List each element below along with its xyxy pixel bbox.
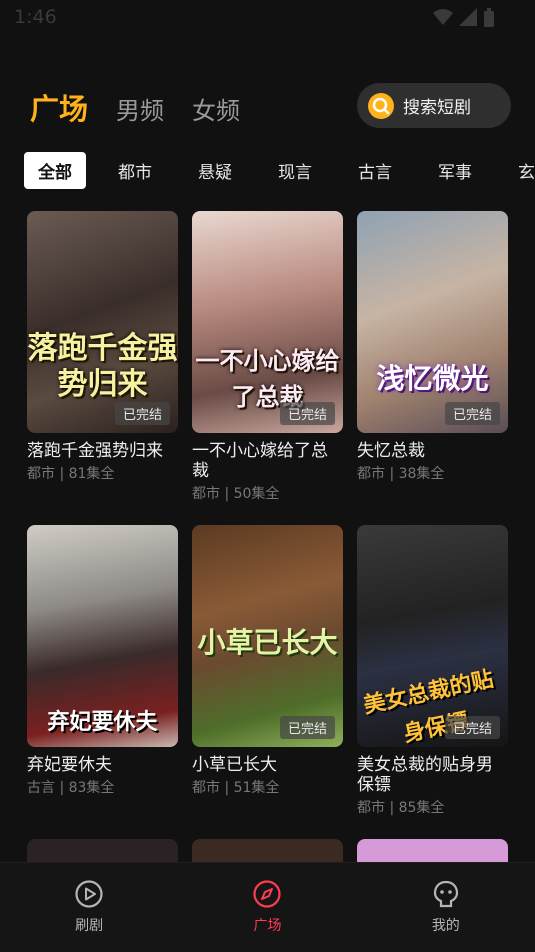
status-badge: 已完结 [279,716,335,739]
status-time: 1:46 [14,6,57,28]
status-badge: 已完结 [444,716,500,739]
nav-item-plaza[interactable]: 广场 [178,863,356,952]
nav-item-mine[interactable]: 我的 [357,863,535,952]
category-military[interactable]: 军事 [424,152,486,189]
profile-icon [433,880,458,908]
signal-icon [459,8,477,26]
status-badge: 已完结 [114,402,170,425]
status-badge: 已完结 [279,402,335,425]
drama-meta: 都市 | 50集全 [192,486,280,502]
nav-item-drama[interactable]: 刷剧 [0,863,178,952]
search-button[interactable]: 搜索短剧 [357,83,511,128]
poster-title: 小草已长大 [197,626,338,659]
nav-label: 我的 [431,918,460,934]
category-suspense[interactable]: 悬疑 [184,152,246,189]
drama-meta: 都市 | 81集全 [27,466,115,482]
nav-label: 刷剧 [75,918,104,934]
drama-title[interactable]: 失忆总裁 [357,441,508,461]
drama-title[interactable]: 弃妃要休夫 [27,755,178,775]
drama-meta: 都市 | 85集全 [357,800,445,816]
poster-title: 弃妃要休夫 [47,710,158,735]
drama-card[interactable]: 小草已长大 已完结 小草已长大 都市 | 51集全 [192,525,343,797]
top-tabs: 广场 男频 女频 [30,86,240,128]
tab-male[interactable]: 男频 [116,91,164,126]
wifi-icon [433,9,453,25]
nav-label: 广场 [253,918,282,934]
drama-card[interactable]: 浅忆微光 已完结 失忆总裁 都市 | 38集全 [357,211,508,483]
bottom-nav: 刷剧 广场 我的 [0,862,535,952]
drama-title[interactable]: 落跑千金强势归来 [27,441,178,461]
category-all[interactable]: 全部 [24,152,86,189]
system-icons [433,8,495,28]
drama-meta: 都市 | 51集全 [192,780,280,796]
drama-poster[interactable]: 落跑千金强势归来 已完结 [27,211,178,433]
drama-title[interactable]: 美女总裁的贴身男保镖 [357,755,508,795]
category-bar: 全部 都市 悬疑 现言 古言 军事 玄幻 [24,152,535,189]
search-label: 搜索短剧 [403,98,471,118]
drama-title[interactable]: 一不小心嫁给了总裁 [192,441,343,481]
drama-meta: 古言 | 83集全 [27,780,115,796]
category-fantasy[interactable]: 玄幻 [504,152,535,189]
drama-card[interactable]: 美女总裁的贴身保镖 已完结 美女总裁的贴身男保镖 都市 | 85集全 [357,525,508,817]
drama-title[interactable]: 小草已长大 [192,755,343,775]
status-bar: 1:46 [0,0,535,36]
battery-icon [484,8,494,27]
drama-poster[interactable]: 弃妃要休夫 [27,525,178,747]
search-icon [368,92,394,119]
drama-card[interactable]: 落跑千金强势归来 已完结 落跑千金强势归来 都市 | 81集全 [27,211,178,483]
tab-plaza[interactable]: 广场 [30,86,88,128]
drama-card[interactable]: 弃妃要休夫 弃妃要休夫 古言 | 83集全 [27,525,178,797]
drama-poster[interactable]: 小草已长大 已完结 [192,525,343,747]
drama-card[interactable]: 一不小心嫁给了总裁 已完结 一不小心嫁给了总裁 都市 | 50集全 [192,211,343,503]
category-ancient-romance[interactable]: 古言 [344,152,406,189]
drama-poster[interactable]: 浅忆微光 已完结 [357,211,508,433]
status-badge: 已完结 [444,402,500,425]
play-circle-icon [75,880,103,908]
category-urban[interactable]: 都市 [104,152,166,189]
poster-title: 浅忆微光 [376,362,489,395]
drama-poster[interactable]: 美女总裁的贴身保镖 已完结 [357,525,508,747]
tab-female[interactable]: 女频 [192,91,240,126]
compass-icon [253,880,282,908]
category-modern-romance[interactable]: 现言 [264,152,326,189]
drama-poster[interactable]: 一不小心嫁给了总裁 已完结 [192,211,343,433]
drama-meta: 都市 | 38集全 [357,466,445,482]
poster-title: 落跑千金强势归来 [27,331,178,402]
